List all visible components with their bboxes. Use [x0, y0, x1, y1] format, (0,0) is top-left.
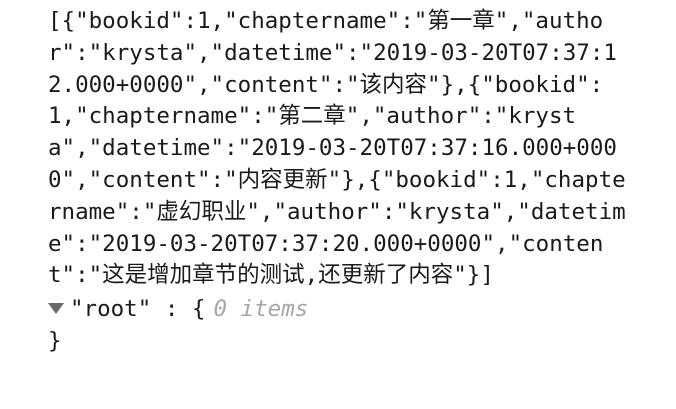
- triangle-down-icon[interactable]: [48, 303, 64, 315]
- close-brace: }: [48, 327, 62, 354]
- raw-json-text: [{"bookid":1,"chaptername":"第一章","author…: [48, 8, 626, 289]
- item-count: 0 items: [213, 296, 309, 323]
- root-key: "root": [70, 296, 152, 323]
- json-viewer: [{"bookid":1,"chaptername":"第一章","author…: [0, 0, 676, 409]
- tree-root-row[interactable]: "root" : {0 items: [48, 294, 666, 326]
- open-brace: {: [191, 296, 206, 323]
- key-separator: :: [151, 296, 192, 323]
